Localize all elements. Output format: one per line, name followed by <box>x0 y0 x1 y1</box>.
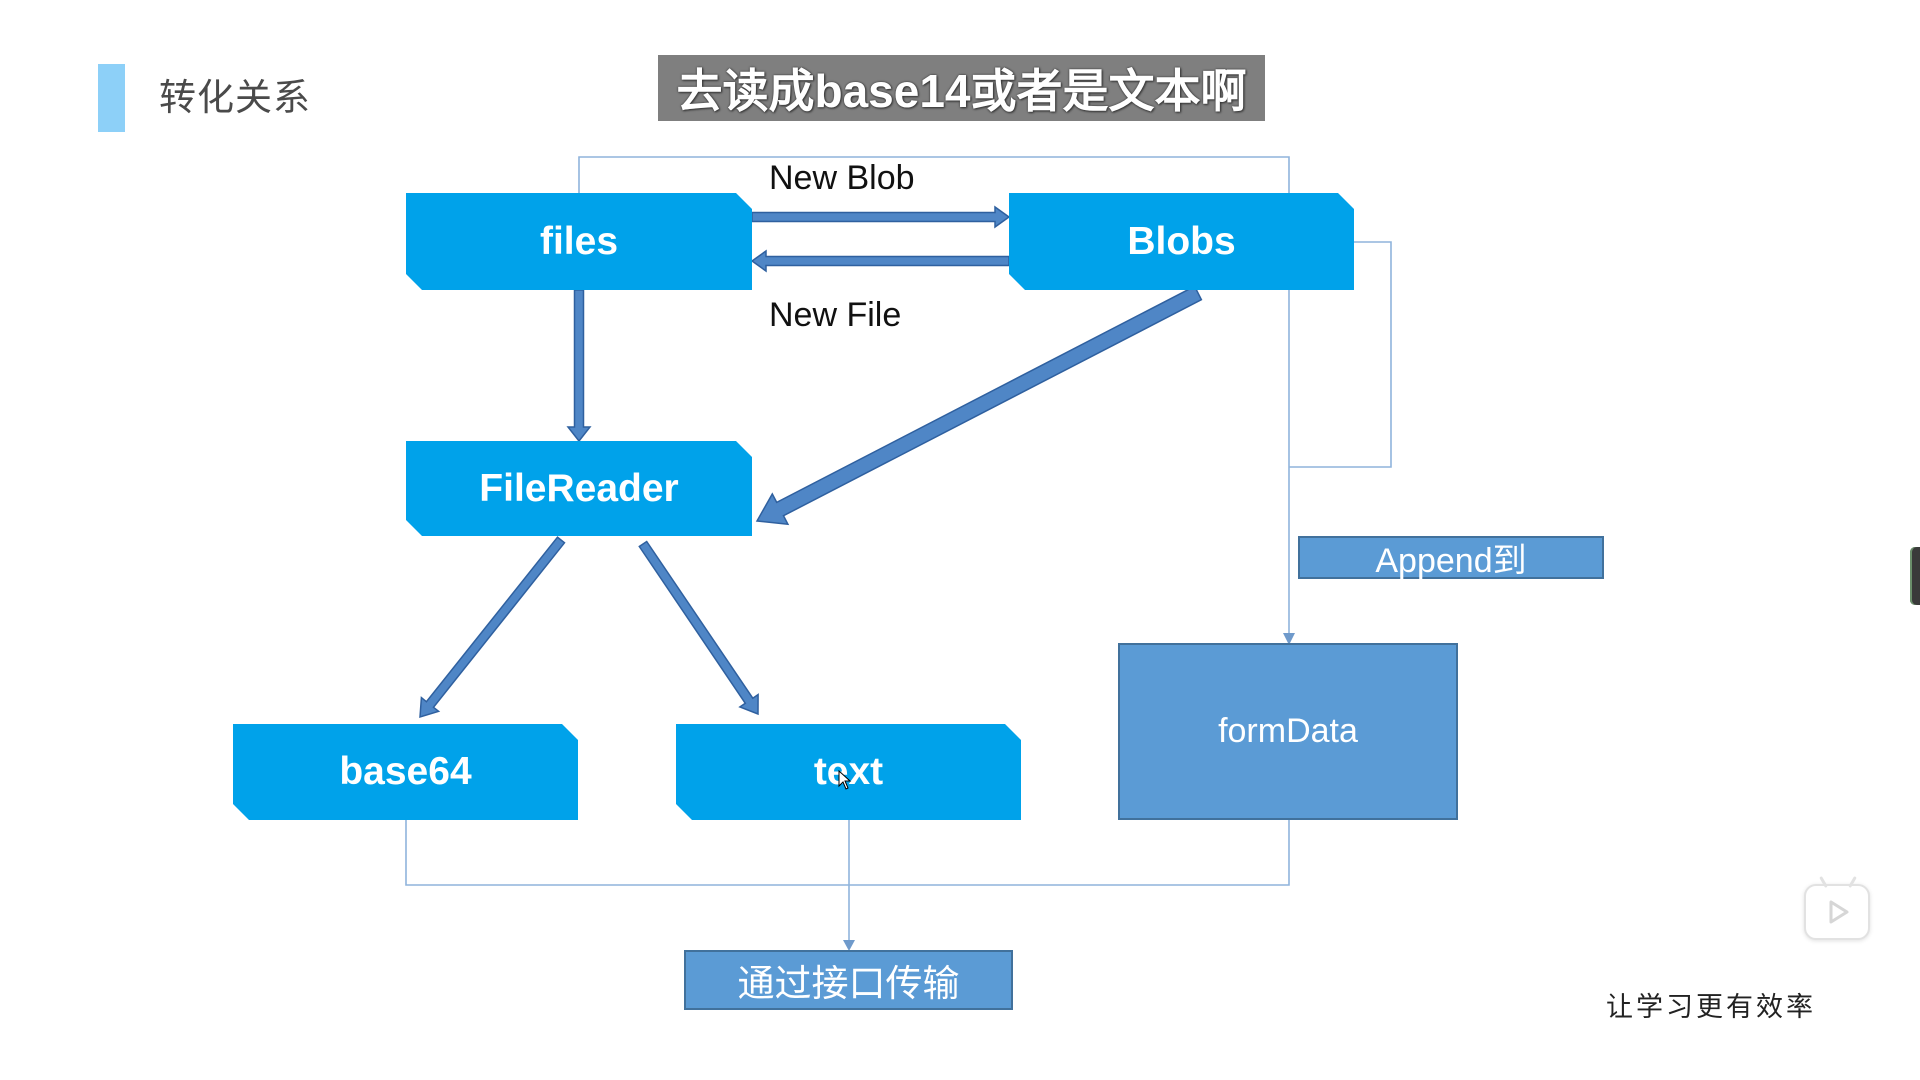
edge-label-new-blob: New Blob <box>769 159 915 197</box>
watermark-text: 让学习更有效率 <box>1606 992 1816 1023</box>
connector-base64-to-formdata <box>405 820 1290 886</box>
diagram-connectors <box>405 156 1392 951</box>
transfer-box: 通过接口传输 <box>684 950 1013 1010</box>
node-blobs: Blobs <box>1009 193 1354 290</box>
node-base64-label: base64 <box>339 750 472 793</box>
title-accent-bar <box>98 64 125 132</box>
play-button[interactable] <box>1804 876 1870 940</box>
transfer-label: 通过接口传输 <box>737 963 960 1004</box>
node-files: files <box>406 193 752 290</box>
arrow-filereader-to-text <box>638 540 759 716</box>
arrow-filereader-to-base64 <box>419 536 566 719</box>
mouse-cursor-icon <box>838 770 852 790</box>
play-icon <box>1829 900 1849 924</box>
arrow-files-to-filereader <box>566 289 592 443</box>
append-label-box: Append到 <box>1298 536 1604 580</box>
node-filereader: FileReader <box>406 441 752 536</box>
side-panel-handle[interactable] <box>1910 547 1920 605</box>
slide-title: 转化关系 <box>159 77 311 118</box>
arrow-blobs-to-files <box>750 249 1010 273</box>
arrow-files-to-blobs <box>751 205 1011 229</box>
node-base64: base64 <box>233 724 578 820</box>
node-files-label: files <box>539 219 619 263</box>
node-blobs-label: Blobs <box>1127 219 1236 263</box>
subtitle-caption: 去读成base14或者是文本啊 <box>658 55 1265 121</box>
node-formdata-label: formData <box>1218 712 1358 750</box>
edge-label-new-file: New File <box>769 296 902 334</box>
node-filereader-label: FileReader <box>479 466 679 510</box>
node-formdata: formData <box>1118 643 1458 820</box>
append-label: Append到 <box>1375 542 1527 580</box>
